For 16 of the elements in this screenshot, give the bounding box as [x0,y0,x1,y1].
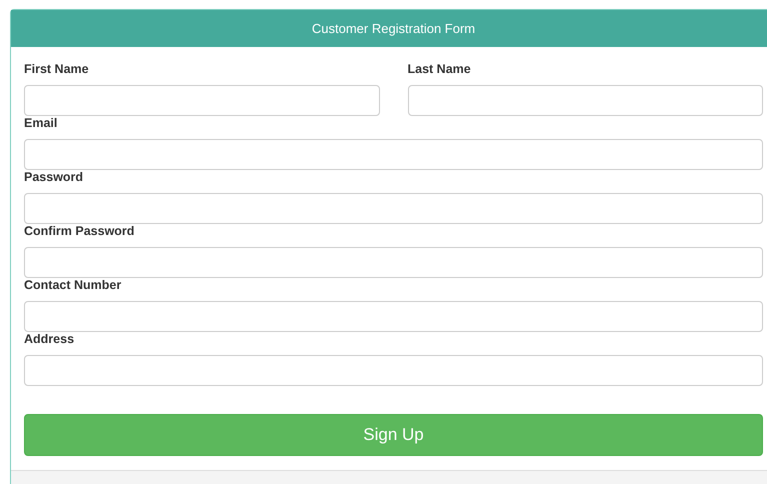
field-label: Contact Number [24,278,122,293]
input-field[interactable] [24,85,380,116]
input-field[interactable] [24,193,763,224]
field-label: Last Name [408,62,472,77]
sign-up-button[interactable]: Sign Up [24,414,763,456]
field-label: Address [24,332,76,347]
field-label: Email [24,116,58,131]
input-field[interactable] [24,301,763,332]
form-title: Customer Registration Form [312,21,476,36]
input-field[interactable] [24,355,763,386]
input-field[interactable] [24,139,763,170]
field-label: First Name [24,62,90,77]
field-label: Password [24,170,84,185]
input-field[interactable] [24,247,763,278]
input-field[interactable] [408,85,763,116]
field-label: Confirm Password [24,224,136,239]
